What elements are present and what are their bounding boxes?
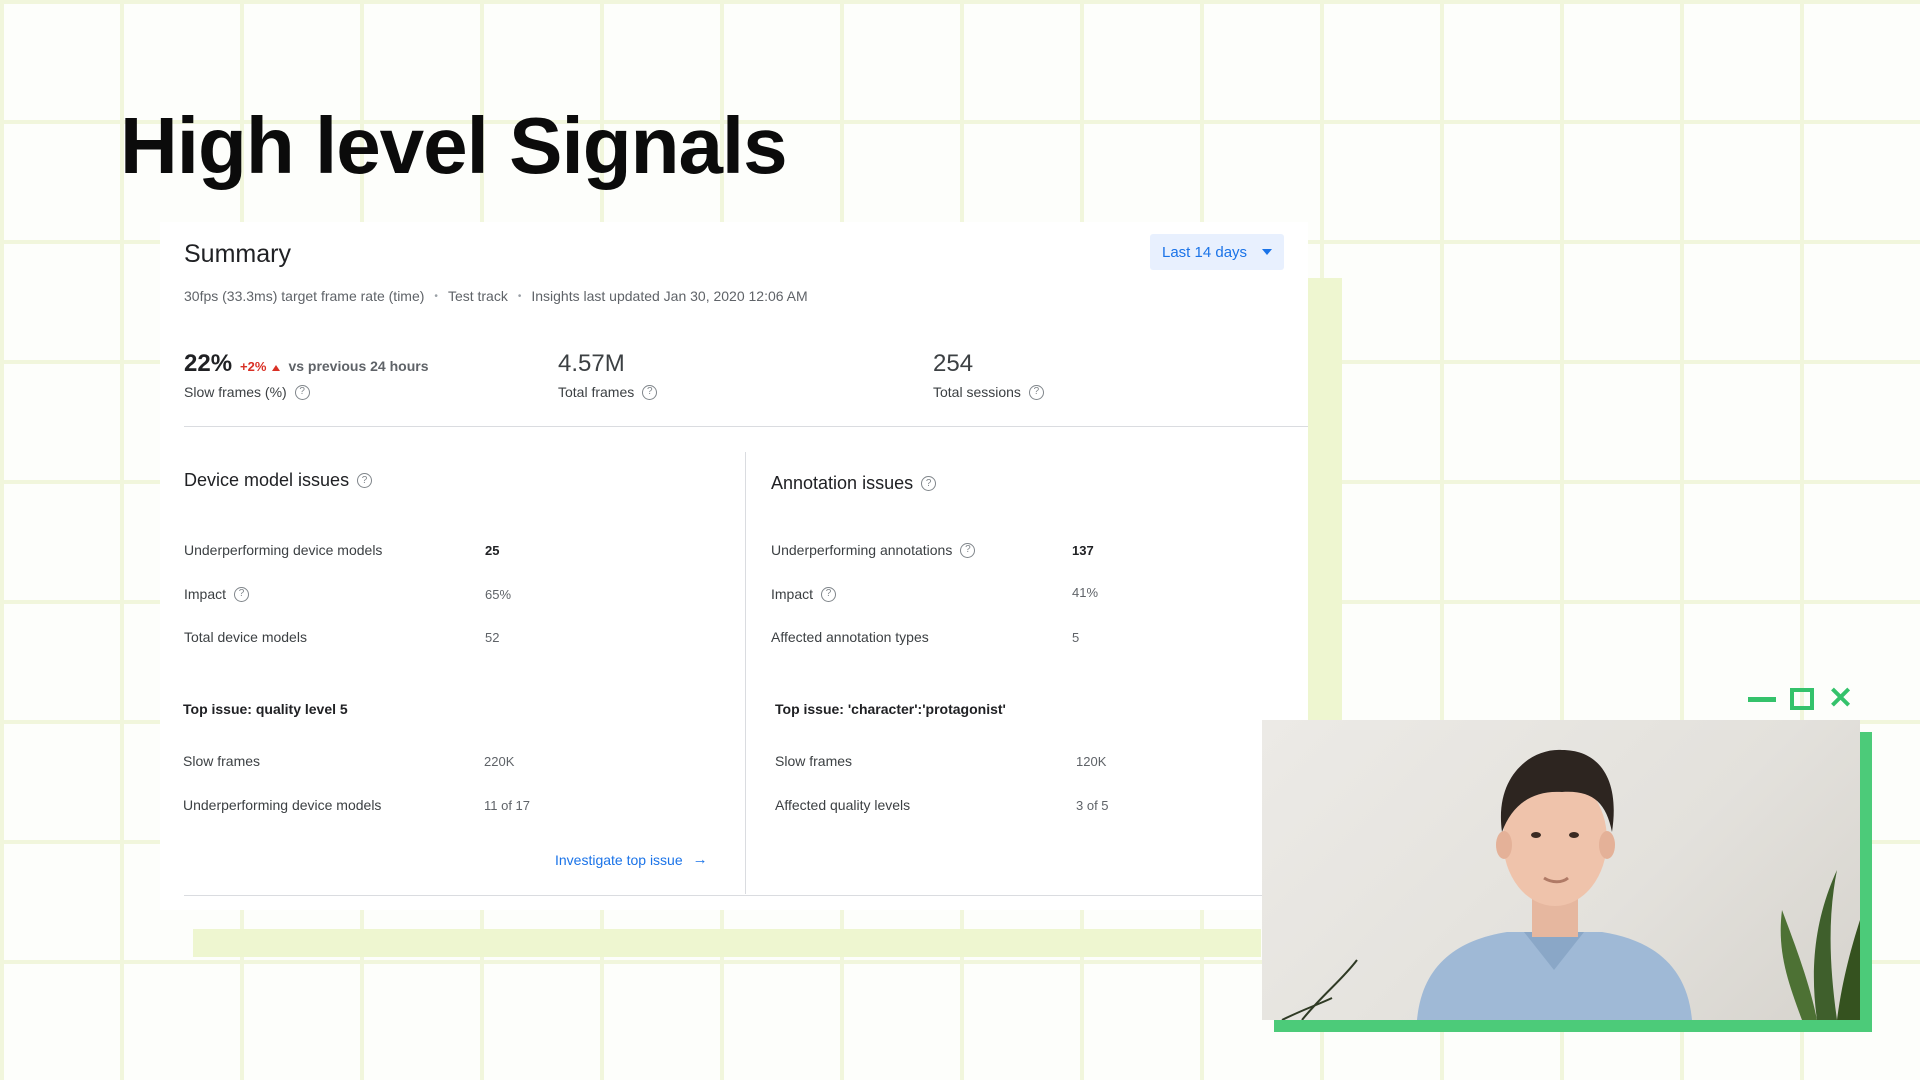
row-label: Underperforming device models (184, 542, 383, 558)
date-range-label: Last 14 days (1162, 243, 1248, 261)
annotation-row-types: Affected annotation types (771, 629, 929, 645)
device-issue-row-models: Underperforming device models (183, 797, 381, 813)
divider-horizontal (184, 895, 1284, 896)
row-value: 5 (1072, 630, 1080, 645)
annotation-row-underperforming: Underperforming annotations ? (771, 542, 976, 558)
meta-updated: Insights last updated Jan 30, 2020 12:06… (531, 288, 808, 304)
separator-dot: • (517, 290, 522, 302)
question-circle-icon[interactable]: ? (821, 586, 837, 602)
annotation-issue-row-slow-frames: Slow frames (775, 753, 852, 769)
date-range-dropdown[interactable]: Last 14 days (1150, 234, 1284, 270)
question-circle-icon[interactable]: ? (357, 473, 373, 488)
row-value: 41% (1072, 585, 1099, 600)
decorative-green-strip-horizontal (193, 929, 1261, 957)
device-row-total: Total device models (184, 629, 307, 645)
row-value: 11 of 17 (484, 798, 531, 813)
annotation-top-issue: Top issue: 'character':'protagonist' (775, 701, 1006, 717)
annotation-issues-title: Annotation issues ? (771, 473, 937, 494)
slow-frames-delta: +2% (240, 359, 267, 374)
row-value: 120K (1076, 754, 1107, 769)
slow-frames-comparison: vs previous 24 hours (288, 358, 429, 374)
total-sessions-value: 254 (933, 350, 974, 377)
question-circle-icon[interactable]: ? (294, 384, 310, 400)
triangle-up-icon (272, 365, 281, 371)
device-row-impact: Impact ? (184, 586, 250, 602)
plant-left (1281, 959, 1358, 1020)
slow-frames-label: Slow frames (%) (184, 384, 287, 400)
stat-total-frames: 4.57M Total frames ? (558, 350, 658, 400)
row-label: Impact (771, 586, 814, 602)
plant-right (1780, 870, 1860, 1020)
row-value: 52 (485, 630, 500, 645)
annotation-issue-row-quality: Affected quality levels (775, 797, 910, 813)
annotation-issues-title-text: Annotation issues (771, 473, 914, 493)
row-label: Total device models (184, 629, 307, 645)
stat-slow-frames: 22% +2% vs previous 24 hours Slow frames… (184, 350, 429, 400)
investigate-top-issue-link[interactable]: Investigate top issue → (555, 851, 708, 868)
presenter-video (1262, 720, 1860, 1020)
maximize-icon[interactable] (1790, 688, 1814, 710)
stat-total-sessions: 254 Total sessions ? (933, 350, 1044, 400)
presenter-illustration (1281, 749, 1860, 1020)
total-frames-label: Total frames (558, 384, 635, 400)
meta-target: 30fps (33.3ms) target frame rate (time) (184, 288, 425, 304)
meta-track: Test track (447, 288, 508, 304)
close-icon[interactable]: ✕ (1828, 684, 1853, 714)
row-value: 25 (485, 543, 500, 558)
total-frames-value: 4.57M (558, 350, 625, 377)
slide-title: High level Signals (120, 101, 788, 190)
summary-title: Summary (184, 240, 291, 268)
row-label: Slow frames (775, 753, 853, 769)
device-issues-title: Device model issues ? (184, 470, 373, 491)
row-label: Underperforming annotations (771, 542, 953, 558)
question-circle-icon[interactable]: ? (960, 542, 976, 558)
annotation-row-impact: Impact ? (771, 586, 837, 602)
window-controls: ✕ (1748, 684, 1853, 714)
total-sessions-label: Total sessions (933, 384, 1021, 400)
slow-frames-value: 22% (184, 350, 233, 377)
row-label: Impact (184, 586, 227, 602)
row-value: 65% (485, 587, 512, 602)
minimize-icon[interactable] (1748, 696, 1776, 702)
device-issues-title-text: Device model issues (184, 470, 350, 490)
question-circle-icon[interactable]: ? (642, 384, 658, 400)
row-label: Underperforming device models (183, 797, 382, 813)
summary-meta: 30fps (33.3ms) target frame rate (time) … (184, 288, 808, 304)
arrow-right-icon: → (692, 851, 708, 868)
row-label: Slow frames (183, 753, 261, 769)
row-value: 220K (484, 754, 515, 769)
caret-down-icon (1262, 249, 1272, 255)
row-value: 137 (1072, 543, 1094, 558)
divider-vertical (745, 452, 746, 894)
question-circle-icon[interactable]: ? (234, 586, 250, 602)
question-circle-icon[interactable]: ? (921, 476, 937, 491)
summary-card: Summary Last 14 days 30fps (33.3ms) targ… (160, 222, 1308, 910)
device-top-issue: Top issue: quality level 5 (183, 701, 348, 717)
separator-dot: • (434, 290, 438, 302)
row-value: 3 of 5 (1076, 798, 1109, 813)
investigate-link-label: Investigate top issue (555, 851, 683, 868)
device-issue-row-slow-frames: Slow frames (183, 753, 260, 769)
question-circle-icon[interactable]: ? (1028, 384, 1044, 400)
divider-horizontal (184, 426, 1308, 427)
row-label: Affected quality levels (775, 797, 911, 813)
decorative-green-strip-vertical (1308, 278, 1342, 722)
row-label: Affected annotation types (771, 629, 929, 645)
device-row-underperforming: Underperforming device models (184, 542, 382, 558)
